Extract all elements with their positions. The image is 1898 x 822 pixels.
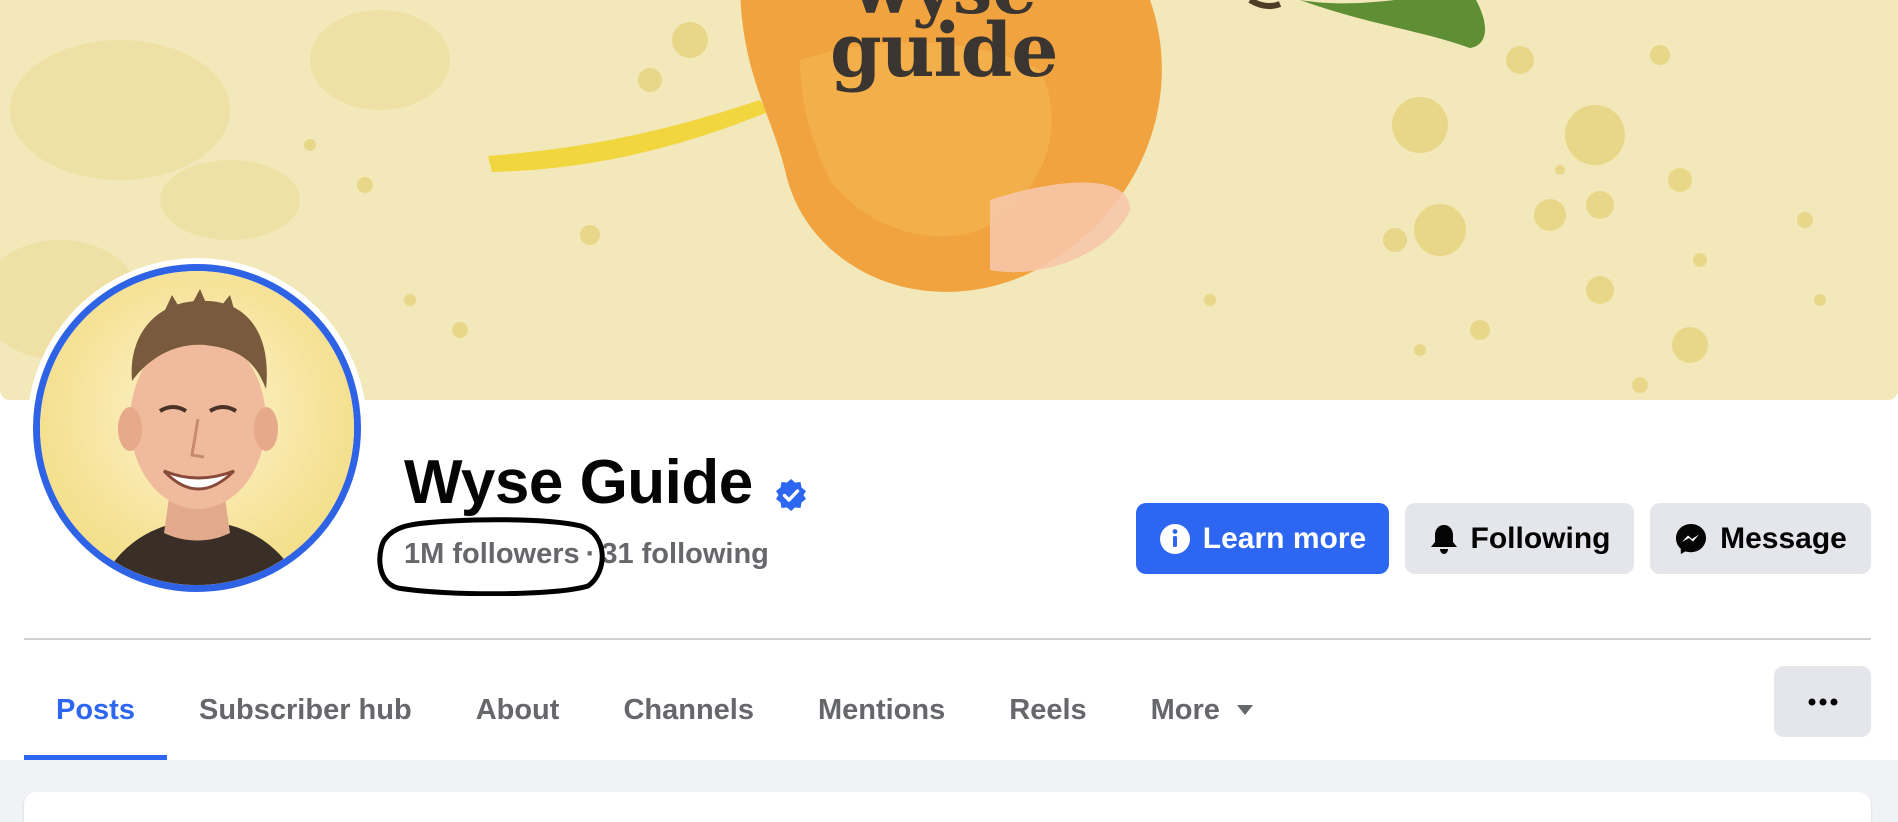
- messenger-icon: [1674, 522, 1708, 556]
- followers-link[interactable]: 1M followers: [404, 538, 580, 570]
- header-divider: [24, 638, 1871, 640]
- stats-separator: ·: [585, 538, 596, 570]
- tab-reels[interactable]: Reels: [977, 660, 1118, 760]
- learn-more-button[interactable]: Learn more: [1136, 503, 1389, 574]
- page-title: Wyse Guide: [404, 448, 753, 517]
- tab-subscriber-hub[interactable]: Subscriber hub: [167, 660, 444, 760]
- tab-more[interactable]: More: [1119, 660, 1286, 760]
- following-link[interactable]: 31 following: [601, 538, 769, 570]
- bell-icon: [1429, 523, 1459, 555]
- profile-picture-frame[interactable]: [27, 258, 367, 598]
- profile-header: wyse guide: [0, 0, 1898, 760]
- profile-tabs: Posts Subscriber hub About Channels Ment…: [24, 660, 1286, 760]
- tab-posts[interactable]: Posts: [24, 660, 167, 760]
- cover-logo-text: guide: [830, 8, 1058, 94]
- avatar-portrait: [40, 271, 354, 585]
- learn-more-label: Learn more: [1202, 521, 1367, 555]
- follower-stats: 1M followers · 31 following: [404, 538, 769, 571]
- caret-down-icon: [1236, 704, 1254, 716]
- message-label: Message: [1720, 521, 1847, 555]
- ellipsis-icon: [1808, 698, 1837, 705]
- following-label: Following: [1470, 521, 1611, 555]
- tab-channels[interactable]: Channels: [591, 660, 786, 760]
- profile-picture[interactable]: [33, 264, 361, 592]
- content-card: [24, 792, 1871, 822]
- facebook-page-profile: wyse guide: [0, 0, 1898, 822]
- following-button[interactable]: Following: [1405, 503, 1634, 574]
- info-icon: [1159, 523, 1191, 555]
- tab-more-label: More: [1150, 693, 1220, 726]
- verified-badge-icon: [776, 479, 806, 511]
- more-options-button[interactable]: [1774, 666, 1871, 737]
- tab-mentions[interactable]: Mentions: [786, 660, 977, 760]
- message-button[interactable]: Message: [1650, 503, 1871, 574]
- tab-about[interactable]: About: [444, 660, 592, 760]
